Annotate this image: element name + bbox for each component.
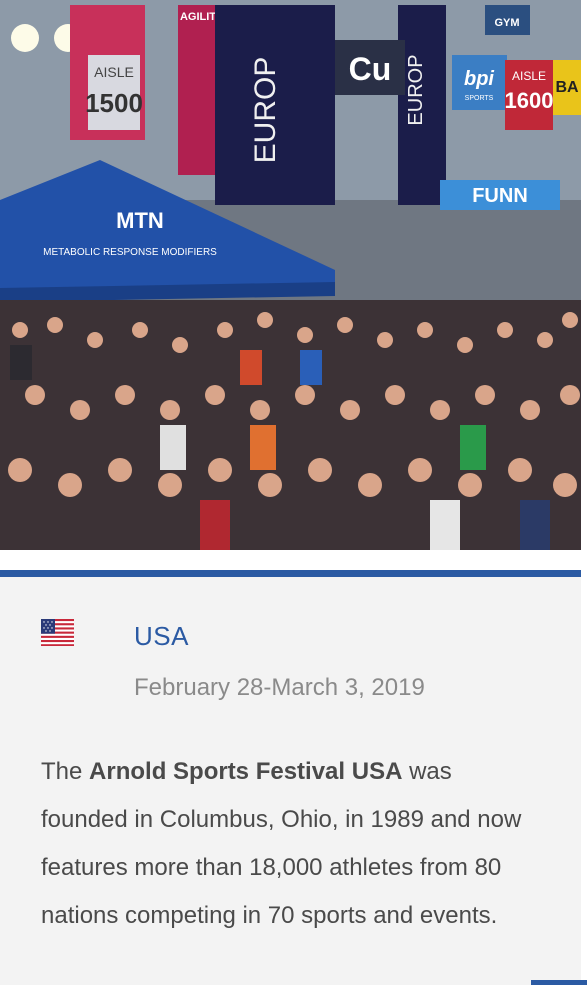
tent-line: METABOLIC RESPONSE MODIFIERS bbox=[43, 247, 217, 258]
banner-europa-right: EUROP bbox=[405, 54, 427, 125]
scroll-indicator bbox=[531, 980, 587, 985]
ba-sign: BA bbox=[555, 79, 579, 96]
event-name: Arnold Sports Festival USA bbox=[89, 758, 403, 785]
event-dates: February 28-March 3, 2019 bbox=[134, 674, 425, 701]
hero-photo: AISLE 1500 AGILIT EUROP EUROP Cu bpi SPO… bbox=[0, 0, 581, 550]
aisle-left-number: 1500 bbox=[85, 88, 143, 118]
aisle-right-label: AISLE bbox=[512, 69, 546, 83]
event-card: USA February 28-March 3, 2019 The Arnold… bbox=[0, 577, 581, 985]
banner-europa-left: EUROP bbox=[249, 57, 282, 164]
expo-crowd-illustration: AISLE 1500 AGILIT EUROP EUROP Cu bpi SPO… bbox=[0, 0, 581, 550]
tent-brand: MTN bbox=[116, 208, 164, 233]
accent-divider bbox=[0, 570, 581, 577]
bpi-subtitle: SPORTS bbox=[465, 95, 494, 102]
aisle-left-label: AISLE bbox=[94, 64, 134, 80]
gym-sign: GYM bbox=[494, 17, 519, 29]
us-flag-icon bbox=[41, 619, 74, 646]
event-country: USA bbox=[134, 621, 189, 651]
event-description: The Arnold Sports Festival USA was found… bbox=[41, 748, 541, 940]
cu-sign: Cu bbox=[349, 51, 392, 87]
aisle-right-number: 1600 bbox=[505, 88, 554, 113]
desc-intro: The bbox=[41, 758, 90, 785]
funn-sign: FUNN bbox=[472, 185, 528, 207]
agility-sign: AGILIT bbox=[180, 11, 216, 23]
bpi-sign: bpi bbox=[464, 68, 494, 90]
